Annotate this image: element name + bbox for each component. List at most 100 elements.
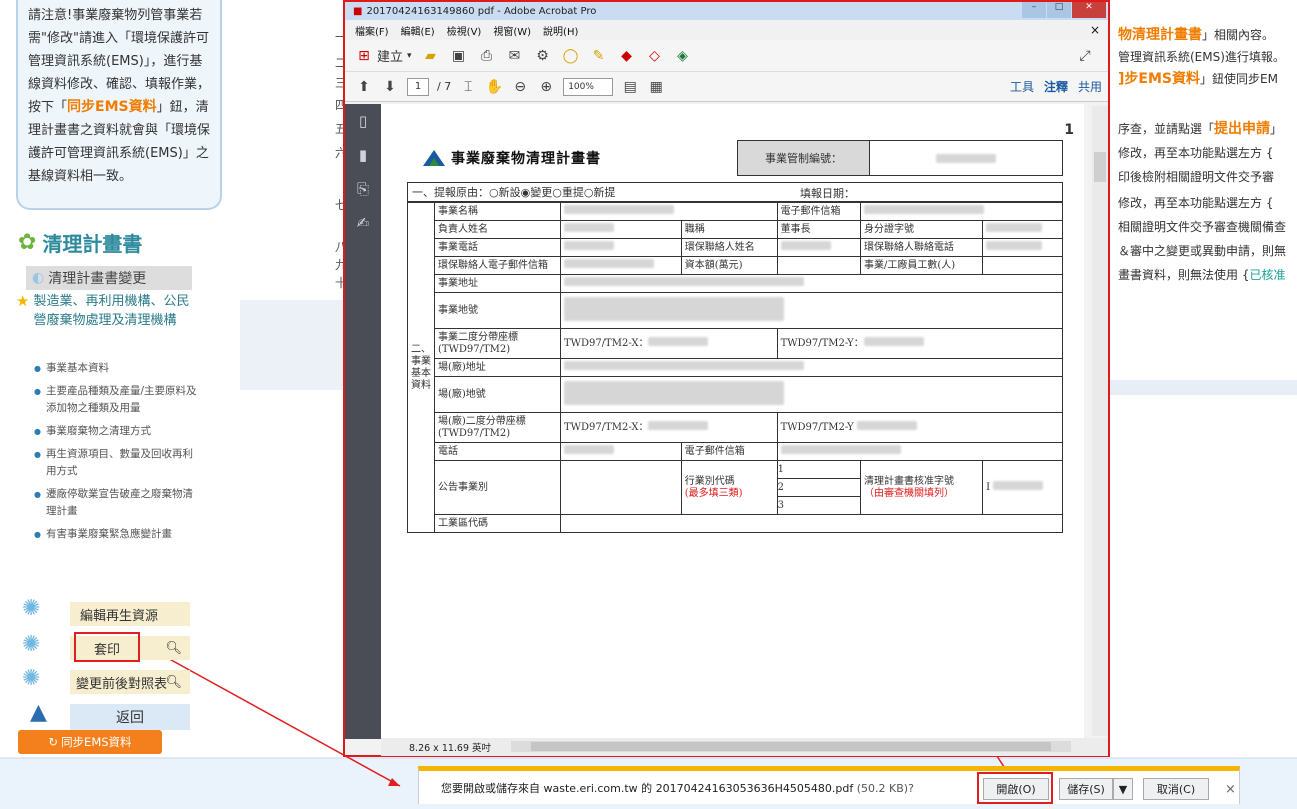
pages-icon[interactable]: ▯	[345, 104, 381, 138]
chevron-down-icon: ▾	[407, 50, 412, 61]
panel-links: 工具 注釋 共用	[1010, 78, 1102, 95]
select-cursor-icon[interactable]: ⌶	[459, 78, 477, 96]
acrobat-window[interactable]: ■ 20170424163149860 pdf - Adobe Acrobat …	[343, 0, 1110, 757]
menu-bar: 檔案(F) 編輯(E) 檢視(V) 視窗(W) 說明(H) ×	[345, 20, 1108, 40]
plan-change-item[interactable]: ◐ 清理計畫書變更	[26, 266, 192, 290]
value-email	[859, 202, 1064, 221]
hand-icon[interactable]: ✋	[485, 78, 503, 96]
menu-window[interactable]: 視窗(W)	[493, 23, 531, 38]
comment-icon[interactable]: ◯	[562, 47, 580, 65]
print-icon[interactable]: ⎙	[478, 47, 496, 65]
page-size: 8.26 x 11.69 英吋	[409, 743, 492, 754]
horizontal-scrollbar[interactable]	[511, 741, 1071, 752]
menu-help[interactable]: 說明(H)	[543, 23, 578, 38]
right-line-9: ＆審中之變更或異動申請，則無	[1118, 244, 1287, 258]
acrobat-titlebar[interactable]: ■ 20170424163149860 pdf - Adobe Acrobat …	[345, 2, 1108, 20]
menu-view[interactable]: 檢視(V)	[447, 23, 482, 38]
sub-item-waste-method[interactable]: 事業廢棄物之清理方式	[34, 423, 202, 440]
save-button[interactable]: 儲存(S)	[1059, 778, 1113, 800]
zoom-in-icon[interactable]: ⊕	[537, 78, 555, 96]
cancel-button[interactable]: 取消(C)	[1143, 778, 1209, 800]
home-arrow-icon: ▲	[30, 700, 47, 725]
minimize-button[interactable]: –	[1022, 2, 1046, 18]
create-button[interactable]: ⊞ 建立 ▾	[355, 46, 412, 66]
menu-file[interactable]: 檔案(F)	[355, 23, 389, 38]
value-tel	[560, 442, 682, 461]
value-employees	[982, 256, 1063, 275]
notice-highlight: 同步EMS資料	[67, 99, 157, 115]
acrobat-logo-icon: ■	[353, 5, 363, 17]
right-line-5: 修改，再至本功能點選左方 {	[1118, 146, 1274, 160]
value-address	[560, 274, 1063, 293]
prev-page-icon[interactable]: ⬆	[355, 78, 373, 96]
fill-date-label: 填報日期：	[800, 187, 855, 200]
comment-link[interactable]: 注釋	[1044, 78, 1068, 95]
label-env-email: 環保聯絡人電子郵件信箱	[434, 256, 561, 275]
zoom-out-icon[interactable]: ⊖	[511, 78, 529, 96]
email-icon[interactable]: ✉	[506, 47, 524, 65]
sub-item-recycle[interactable]: 再生資源項目、數量及回收再利用方式	[34, 446, 202, 480]
swirl-icon: ✺	[22, 632, 41, 657]
sub-item-emergency[interactable]: 有害事業廢棄緊急應變計畫	[34, 526, 202, 543]
bookmark-icon[interactable]: ▮	[345, 138, 381, 172]
fit-width-icon[interactable]: ▦	[647, 78, 665, 96]
edit-recycle-button[interactable]: 編輯再生資源	[70, 602, 190, 626]
right-line-6: 印後檢附相關證明文件交予審	[1118, 170, 1275, 184]
scroll-thumb[interactable]	[1094, 152, 1106, 182]
label-phone: 事業電話	[434, 238, 561, 257]
menu-edit[interactable]: 編輯(E)	[401, 23, 435, 38]
stamp-icon[interactable]: ◇	[646, 47, 664, 65]
export-icon[interactable]: ◈	[674, 47, 692, 65]
label-capital: 資本額(萬元)	[680, 256, 778, 275]
sync-ems-button[interactable]: ↻ 同步EMS資料	[18, 730, 162, 754]
basic-info-table: 二、事業基本資料 事業名稱 電子郵件信箱 負責人姓名 職稱 董事長 身分證字號 …	[407, 202, 1064, 533]
label-id: 身分證字號	[859, 220, 984, 239]
sub-item-products[interactable]: 主要產品種類及產量/主要原料及添加物之種類及用量	[34, 383, 202, 417]
category-item[interactable]: ★ 製造業、再利用機構、公民營廢棄物處理及清理機構	[16, 292, 202, 330]
right-line-1: 物清理計畫書」相關內容。	[1118, 27, 1275, 43]
download-notification-bar: 您要開啟或儲存來自 waste.eri.com.tw 的 20170424163…	[418, 766, 1240, 804]
radio-resubmit[interactable]: ○	[552, 186, 562, 199]
save-dropdown-button[interactable]: ▼	[1113, 778, 1133, 800]
option-newsub-label: 新提	[593, 186, 616, 199]
maximize-button[interactable]: □	[1047, 2, 1071, 18]
settings-icon[interactable]: ⚙	[534, 47, 552, 65]
value-coord-x: TWD97/TM2-X：	[560, 328, 778, 359]
compare-button[interactable]: 變更前後對照表 🔍︎	[70, 670, 190, 694]
share-link[interactable]: 共用	[1078, 78, 1102, 95]
radio-newsub[interactable]: ○	[584, 186, 594, 199]
option-resubmit-label: 重提	[561, 186, 584, 199]
radio-change[interactable]: ◉	[521, 186, 531, 199]
document-page[interactable]: 事業廢棄物清理計畫書 事業管制編號： 一、提報原由： ○ 新設 ◉ 變更 ○ 重提 ○…	[381, 104, 1084, 738]
close-icon[interactable]: ×	[1225, 782, 1236, 797]
label-owner: 負責人姓名	[434, 220, 561, 239]
download-message: 您要開啟或儲存來自 waste.eri.com.tw 的 20170424163…	[441, 780, 914, 796]
close-doc-icon[interactable]: ×	[1090, 23, 1100, 37]
expand-icon[interactable]: ⤢	[1076, 47, 1094, 65]
next-page-icon[interactable]: ⬇	[381, 78, 399, 96]
attachment-icon[interactable]: ⎘	[345, 172, 381, 206]
sub-item-basic[interactable]: 事業基本資料	[34, 360, 202, 377]
right-line-4: 序查，並請點選「提出申請」	[1118, 121, 1283, 137]
sub-item-relocation[interactable]: 遷廠停歇業宣告破產之廢棄物清理計畫	[34, 486, 202, 520]
hscroll-thumb[interactable]	[531, 742, 1051, 751]
sign-icon[interactable]: ◆	[618, 47, 636, 65]
tools-link[interactable]: 工具	[1010, 78, 1034, 95]
vertical-scrollbar[interactable]	[1092, 106, 1108, 736]
save-icon[interactable]: ▣	[450, 47, 468, 65]
value-zone-code	[560, 514, 1063, 533]
back-button[interactable]: 返回	[70, 704, 190, 730]
value-fac-lot	[560, 376, 1063, 413]
label-title: 職稱	[680, 220, 778, 239]
signature-icon[interactable]: ✍	[345, 206, 381, 240]
radio-new[interactable]: ○	[489, 186, 499, 199]
zoom-select[interactable]: 100%	[563, 77, 614, 96]
label-email: 電子郵件信箱	[776, 202, 861, 221]
close-button[interactable]: ✕	[1072, 2, 1106, 18]
fit-page-icon[interactable]: ▤	[621, 78, 639, 96]
highlight-icon[interactable]: ✎	[590, 47, 608, 65]
page-input[interactable]: 1	[407, 77, 429, 96]
open-folder-icon[interactable]: ▰	[422, 47, 440, 65]
value-lot	[560, 292, 1063, 329]
right-line-8: 相關證明文件交予審查機關備查	[1118, 220, 1287, 234]
